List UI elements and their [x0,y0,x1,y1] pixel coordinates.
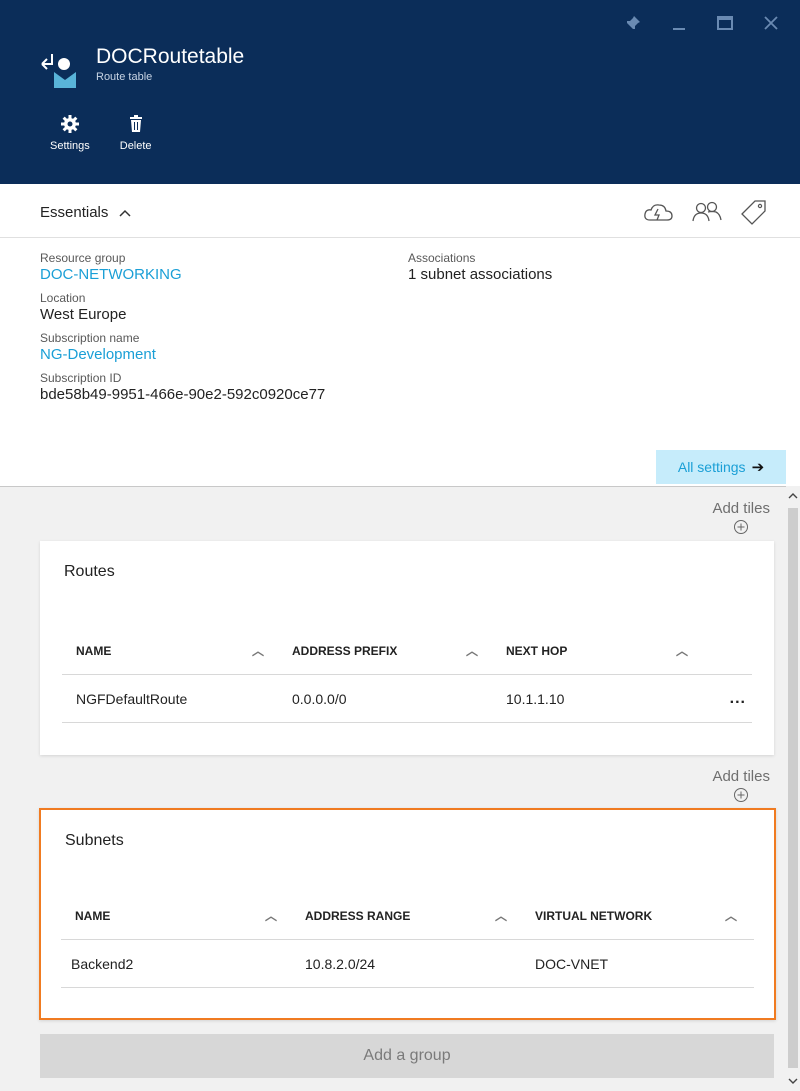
column-label: VIRTUAL NETWORK [535,908,653,923]
delete-button[interactable]: Delete [120,114,152,152]
add-tiles-label: Add tiles [712,500,770,517]
column-header-virtual-network[interactable]: VIRTUAL NETWORK ︿ [521,907,751,924]
properties-left: Resource group DOC-NETWORKING Location W… [40,250,325,410]
pin-icon [626,16,640,30]
column-label: ADDRESS RANGE [305,908,411,923]
add-group-button[interactable]: Add a group [40,1034,774,1078]
tiles-area: Add tiles Routes NAME ︿ ADDRESS PREFIX ︿… [0,486,786,1091]
scroll-thumb[interactable] [788,508,798,1068]
add-group-label: Add a group [363,1047,451,1064]
arrow-right-icon: ➔ [751,459,765,476]
chevron-down-icon [788,1078,798,1084]
gear-icon [60,115,79,133]
scroll-up-button[interactable] [788,490,798,502]
maximize-icon [717,16,733,30]
plus-circle-icon [734,788,749,802]
sort-up-icon[interactable]: ︿ [466,642,478,659]
cloud-icon [644,204,673,221]
pin-button[interactable] [610,8,656,38]
location-value: West Europe [40,306,127,323]
subnet-range-cell: 10.8.2.0/24 [305,955,376,972]
routes-grid: NAME ︿ ADDRESS PREFIX ︿ NEXT HOP ︿ NGFDe… [62,627,752,723]
vertical-scrollbar[interactable] [786,486,800,1091]
subscription-name-link[interactable]: NG-Development [40,346,325,364]
subscription-name-label: Subscription name [40,331,140,345]
essentials-title: Essentials [40,204,109,221]
column-header-address-range[interactable]: ADDRESS RANGE ︿ [291,907,521,924]
delete-label: Delete [119,140,152,152]
sort-up-icon[interactable]: ︿ [252,642,264,659]
page-subtitle: Route table [96,71,153,83]
route-name-cell: NGFDefaultRoute [76,690,188,707]
subnet-name-cell: Backend2 [71,955,134,972]
column-header-next-hop[interactable]: NEXT HOP ︿ [492,642,702,659]
sort-up-icon[interactable]: ︿ [265,907,277,924]
sort-up-icon[interactable]: ︿ [676,642,688,659]
sort-up-icon[interactable]: ︿ [495,907,507,924]
page-title: DOCRoutetable [96,45,245,68]
blade-header: DOCRoutetable Route table Settings Delet… [0,0,800,184]
table-row[interactable]: NGFDefaultRoute 0.0.0.0/0 10.1.1.10 ... [62,675,752,723]
routes-title: Routes [64,563,115,580]
column-label: NEXT HOP [506,643,568,658]
essentials-bar: Essentials [0,184,800,238]
resource-group-link[interactable]: DOC-NETWORKING [40,266,325,284]
tag-tool-button[interactable] [738,200,768,231]
minimize-button[interactable] [656,8,702,38]
essentials-tools [642,200,768,231]
routes-header-row: NAME ︿ ADDRESS PREFIX ︿ NEXT HOP ︿ [62,627,752,675]
chevron-up-icon [119,209,131,217]
subnets-title: Subnets [65,832,124,849]
close-icon [764,16,778,30]
route-table-icon [41,54,76,88]
tag-icon [741,200,766,225]
minimize-icon [673,28,685,30]
plus-circle-icon [734,520,749,534]
close-button[interactable] [748,8,794,38]
essentials-toggle[interactable]: Essentials [40,204,132,221]
subscription-id-label: Subscription ID [40,371,122,385]
associations-value: 1 subnet associations [408,266,553,283]
scroll-down-button[interactable] [788,1075,798,1087]
title-block: DOCRoutetable Route table [38,44,244,90]
subscription-id-value: bde58b49-9951-466e-90e2-592c0920ce77 [40,386,326,403]
associations-label: Associations [408,251,476,265]
settings-button[interactable]: Settings [50,114,90,152]
column-label: NAME [75,908,111,923]
essentials-properties: Resource group DOC-NETWORKING Location W… [0,238,800,486]
properties-right: Associations 1 subnet associations [408,250,552,290]
sort-up-icon[interactable]: ︿ [725,907,737,924]
column-label: NAME [76,643,112,658]
subnet-vnet-cell: DOC-VNET [535,955,609,972]
command-bar: Settings Delete [50,114,152,152]
add-tiles-label: Add tiles [712,768,770,785]
subnets-grid: NAME ︿ ADDRESS RANGE ︿ VIRTUAL NETWORK ︿… [61,892,754,988]
add-tiles-button-1[interactable]: Add tiles [712,501,770,535]
column-header-name[interactable]: NAME ︿ [62,642,278,659]
trash-icon [129,115,142,132]
all-settings-label: All settings [677,459,746,475]
settings-label: Settings [50,140,90,152]
table-row[interactable]: Backend2 10.8.2.0/24 DOC-VNET [61,940,754,988]
route-prefix-cell: 0.0.0.0/0 [292,690,347,707]
subnets-header-row: NAME ︿ ADDRESS RANGE ︿ VIRTUAL NETWORK ︿ [61,892,754,940]
column-label: ADDRESS PREFIX [292,643,398,658]
column-header-name[interactable]: NAME ︿ [61,907,291,924]
subnets-tile[interactable]: Subnets NAME ︿ ADDRESS RANGE ︿ VIRTUAL N… [39,808,776,1020]
location-label: Location [40,291,86,305]
resource-group-label: Resource group [40,251,126,265]
users-icon [692,201,722,222]
chevron-up-icon [788,493,798,499]
more-options-button[interactable]: ... [706,690,746,708]
column-header-address-prefix[interactable]: ADDRESS PREFIX ︿ [278,642,492,659]
users-tool-button[interactable] [690,200,724,231]
routes-tile[interactable]: Routes NAME ︿ ADDRESS PREFIX ︿ NEXT HOP … [40,541,774,755]
maximize-button[interactable] [702,8,748,38]
window-controls [610,8,794,38]
route-next-hop-cell: 10.1.1.10 [506,690,565,707]
all-settings-button[interactable]: All settings ➔ [656,450,786,484]
cloud-tool-button[interactable] [642,200,676,231]
add-tiles-button-2[interactable]: Add tiles [712,769,770,803]
